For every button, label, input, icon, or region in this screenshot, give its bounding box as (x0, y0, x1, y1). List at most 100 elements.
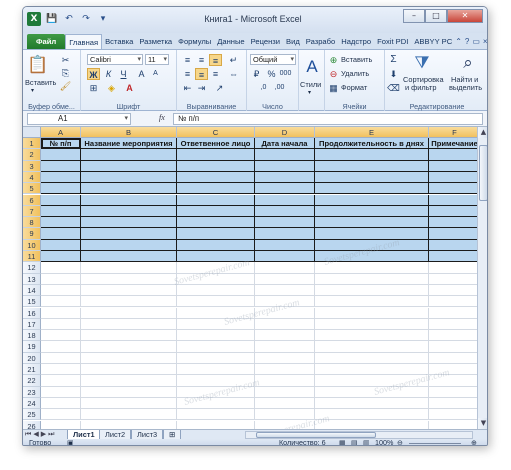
cell-b16[interactable] (81, 307, 177, 319)
cell-b12[interactable] (81, 262, 177, 274)
cell-e1[interactable]: Продолжительность в днях (315, 138, 429, 150)
row-header-11[interactable]: 11 (23, 251, 41, 263)
cell-f26[interactable] (429, 421, 477, 430)
format-painter-icon[interactable]: 🖌 (59, 80, 72, 92)
cell-f23[interactable] (429, 387, 477, 398)
tab-developer[interactable]: Разрабо (303, 34, 338, 49)
column-header-d[interactable]: D (255, 127, 315, 138)
cell-b10[interactable] (81, 239, 177, 251)
tab-review[interactable]: Рецензи (248, 34, 283, 49)
cell-c22[interactable] (177, 375, 255, 387)
maximize-button[interactable]: □ (425, 9, 447, 23)
cell-a5[interactable] (41, 183, 81, 195)
cell-a4[interactable] (41, 171, 81, 184)
cell-b13[interactable] (81, 273, 177, 285)
cell-c20[interactable] (177, 352, 255, 364)
paste-button[interactable]: Вставить (25, 78, 56, 87)
row-header-22[interactable]: 22 (23, 375, 41, 387)
cell-a10[interactable] (41, 239, 81, 251)
cell-c15[interactable] (177, 296, 255, 308)
cell-c14[interactable] (177, 284, 255, 297)
cell-b6[interactable] (81, 194, 177, 206)
cell-e11[interactable] (315, 251, 429, 263)
cell-c21[interactable] (177, 364, 255, 376)
cell-f22[interactable] (429, 375, 477, 387)
tab-home[interactable]: Главная (65, 34, 103, 49)
cell-a2[interactable] (41, 149, 81, 161)
cell-c12[interactable] (177, 262, 255, 274)
row-header-14[interactable]: 14 (23, 284, 41, 297)
cell-d13[interactable] (255, 273, 315, 285)
chevron-up-icon[interactable]: ⌃ (455, 34, 462, 49)
insert-function-icon[interactable]: fx (159, 113, 165, 122)
zoom-in-icon[interactable]: ⊕ (471, 438, 477, 445)
row-header-20[interactable]: 20 (23, 352, 41, 364)
tab-data[interactable]: Данные (214, 34, 247, 49)
cell-f6[interactable] (429, 194, 477, 206)
cell-b18[interactable] (81, 330, 177, 342)
cell-e20[interactable] (315, 352, 429, 364)
clear-icon[interactable]: ⌫ (387, 82, 400, 94)
worksheet-grid[interactable]: A B C D E F 1 № п/п Название мероприятия Ответвен… (23, 127, 477, 429)
copy-icon[interactable]: ⎘ (59, 67, 72, 79)
cell-a19[interactable] (41, 341, 81, 353)
cell-c9[interactable] (177, 228, 255, 240)
cell-b15[interactable] (81, 296, 177, 308)
cell-d10[interactable] (255, 239, 315, 251)
cell-a13[interactable] (41, 273, 81, 285)
cell-c8[interactable] (177, 217, 255, 229)
cell-f25[interactable] (429, 409, 477, 421)
cell-d15[interactable] (255, 296, 315, 308)
cell-c24[interactable] (177, 397, 255, 410)
cell-d22[interactable] (255, 375, 315, 387)
underline-button[interactable]: Ч (117, 68, 130, 80)
ribbon-close-icon[interactable]: × (483, 34, 487, 49)
paste-icon[interactable]: 📋 (27, 54, 49, 76)
cell-a8[interactable] (41, 217, 81, 229)
cell-d17[interactable] (255, 318, 315, 331)
cell-c10[interactable] (177, 239, 255, 251)
scroll-up-icon[interactable]: ▲ (478, 127, 487, 138)
align-right-icon[interactable]: ≡ (209, 68, 222, 80)
cell-e13[interactable] (315, 273, 429, 285)
row-header-23[interactable]: 23 (23, 386, 41, 398)
format-cells-button[interactable]: Формат (341, 83, 367, 92)
sort-filter-icon[interactable]: ⧩ (411, 52, 433, 74)
cell-f17[interactable] (429, 319, 477, 331)
macro-record-icon[interactable]: ▣ (67, 438, 74, 445)
cell-c23[interactable] (177, 386, 255, 398)
cell-a25[interactable] (41, 409, 81, 421)
delete-cells-icon[interactable]: ⊖ (327, 68, 340, 80)
cell-e22[interactable] (315, 375, 429, 387)
cell-a21[interactable] (41, 364, 81, 376)
autosum-icon[interactable]: Σ (387, 54, 400, 66)
cell-a20[interactable] (41, 352, 81, 364)
cell-c6[interactable] (177, 194, 255, 206)
page-break-view-icon[interactable]: ▥ (363, 438, 370, 445)
cell-f10[interactable] (429, 239, 477, 251)
cell-e25[interactable] (315, 409, 429, 421)
increase-decimal-icon[interactable]: ,0 (257, 82, 270, 94)
currency-icon[interactable]: ₽ (250, 68, 263, 80)
select-all-corner[interactable] (23, 127, 41, 138)
cell-c13[interactable] (177, 273, 255, 285)
vertical-scroll-thumb[interactable] (479, 145, 487, 201)
shrink-font-icon[interactable]: A (149, 68, 162, 80)
cell-a9[interactable] (41, 228, 81, 240)
cell-f14[interactable] (429, 285, 477, 297)
cell-c18[interactable] (177, 330, 255, 342)
find-select-icon[interactable]: ⌕ (457, 52, 479, 74)
format-cells-icon[interactable]: ▦ (327, 82, 340, 94)
cell-c19[interactable] (177, 341, 255, 353)
cell-d14[interactable] (255, 284, 315, 297)
column-header-c[interactable]: C (177, 127, 255, 138)
cell-f1[interactable]: Примечание (429, 138, 477, 150)
cell-d2[interactable] (255, 149, 315, 161)
cell-c2[interactable] (177, 149, 255, 161)
cell-b11[interactable] (81, 251, 177, 263)
cell-c3[interactable] (177, 160, 255, 172)
decrease-decimal-icon[interactable]: ,00 (273, 82, 286, 94)
cell-a17[interactable] (41, 318, 81, 331)
cell-d8[interactable] (255, 217, 315, 229)
decrease-indent-icon[interactable]: ⇤ (181, 82, 194, 94)
